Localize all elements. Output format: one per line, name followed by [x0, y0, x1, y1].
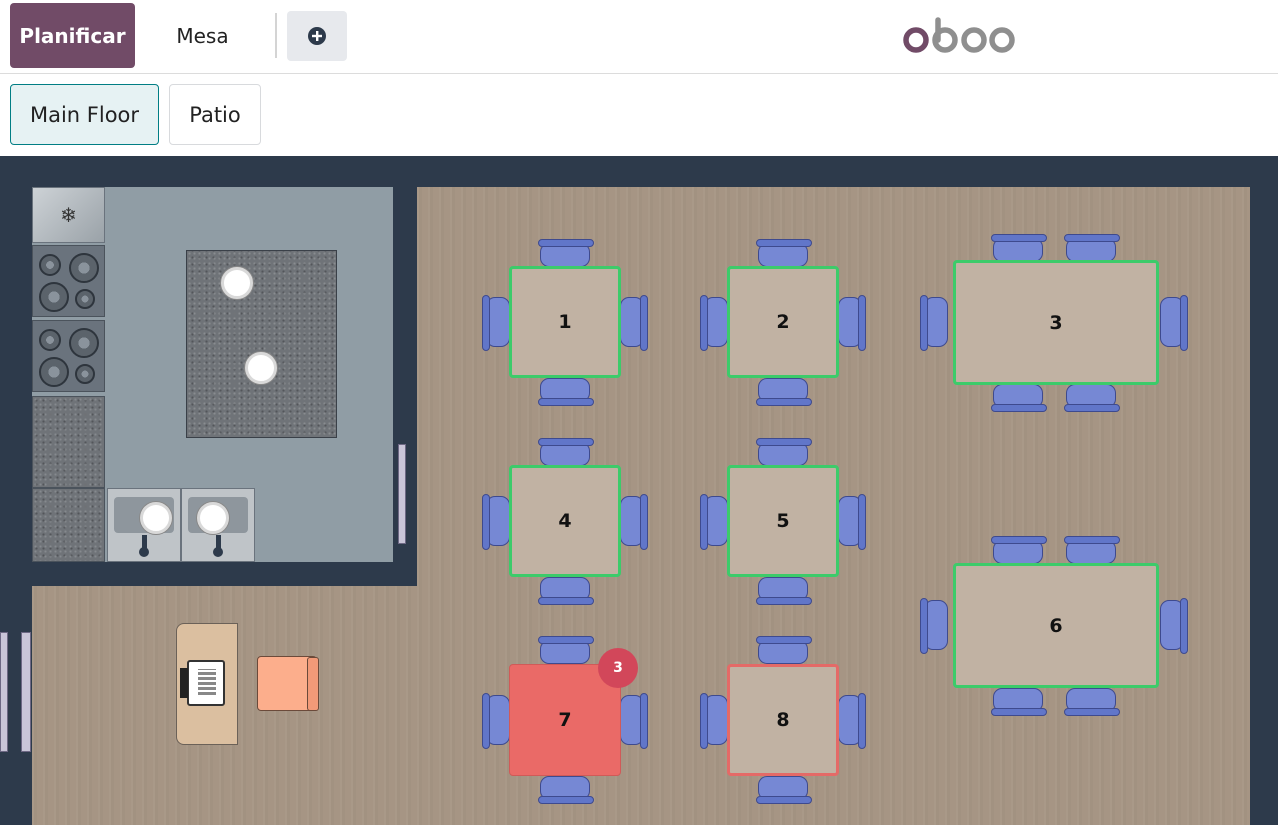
plate	[140, 502, 172, 534]
chair	[1160, 598, 1188, 654]
chair	[991, 234, 1047, 262]
door	[0, 632, 8, 752]
plate	[221, 267, 253, 299]
chair	[756, 577, 812, 605]
chair	[482, 693, 510, 749]
chair	[838, 295, 866, 351]
chair	[991, 384, 1047, 412]
kitchen-island	[186, 250, 337, 438]
chair	[482, 494, 510, 550]
chair	[538, 378, 594, 406]
chair	[620, 295, 648, 351]
chair	[920, 295, 948, 351]
chair	[756, 636, 812, 664]
chair	[538, 577, 594, 605]
chair	[482, 295, 510, 351]
cashier-chair	[257, 656, 319, 711]
table-4[interactable]: 4	[509, 465, 621, 577]
cash-register-icon	[180, 660, 225, 706]
table-1[interactable]: 1	[509, 266, 621, 378]
chair	[756, 378, 812, 406]
floor-tab-main-floor[interactable]: Main Floor	[10, 84, 159, 145]
navbar-divider	[275, 13, 277, 58]
plan-button[interactable]: Planificar	[10, 3, 135, 68]
chair	[620, 494, 648, 550]
chair	[538, 239, 594, 267]
chair	[838, 693, 866, 749]
table-6[interactable]: 6	[953, 563, 1159, 688]
chair	[700, 494, 728, 550]
door	[21, 632, 31, 752]
chair	[1160, 295, 1188, 351]
fridge: ❄	[32, 187, 105, 243]
chair	[756, 438, 812, 466]
chair	[1064, 384, 1120, 412]
chair	[756, 776, 812, 804]
floor-plan: ❄ 1 2 3 4 5 6 7 3 8	[0, 156, 1278, 825]
chair	[991, 688, 1047, 716]
table-8[interactable]: 8	[727, 664, 839, 776]
chair	[620, 693, 648, 749]
chair	[1064, 234, 1120, 262]
plate	[245, 352, 277, 384]
odoo-logo	[903, 17, 1015, 53]
chair	[700, 295, 728, 351]
chair	[538, 776, 594, 804]
floor-tab-patio[interactable]: Patio	[169, 84, 261, 145]
door	[398, 444, 406, 544]
table-2[interactable]: 2	[727, 266, 839, 378]
snowflake-icon: ❄	[60, 203, 77, 227]
kitchen-counter	[32, 396, 105, 488]
order-count-badge: 3	[598, 648, 638, 688]
chair	[700, 693, 728, 749]
chair	[1064, 536, 1120, 564]
top-navbar: Planificar Mesa	[0, 0, 1278, 74]
chair	[538, 636, 594, 664]
kitchen-counter	[32, 488, 105, 562]
stove	[32, 245, 105, 317]
chair	[538, 438, 594, 466]
table-3[interactable]: 3	[953, 260, 1159, 385]
stove	[32, 320, 105, 392]
add-floor-button[interactable]	[287, 11, 347, 61]
chair	[1064, 688, 1120, 716]
chair	[838, 494, 866, 550]
plus-circle-icon	[308, 27, 326, 45]
table-5[interactable]: 5	[727, 465, 839, 577]
plate	[197, 502, 229, 534]
chair	[991, 536, 1047, 564]
chair	[756, 239, 812, 267]
chair	[920, 598, 948, 654]
table-button[interactable]: Mesa	[150, 3, 255, 68]
